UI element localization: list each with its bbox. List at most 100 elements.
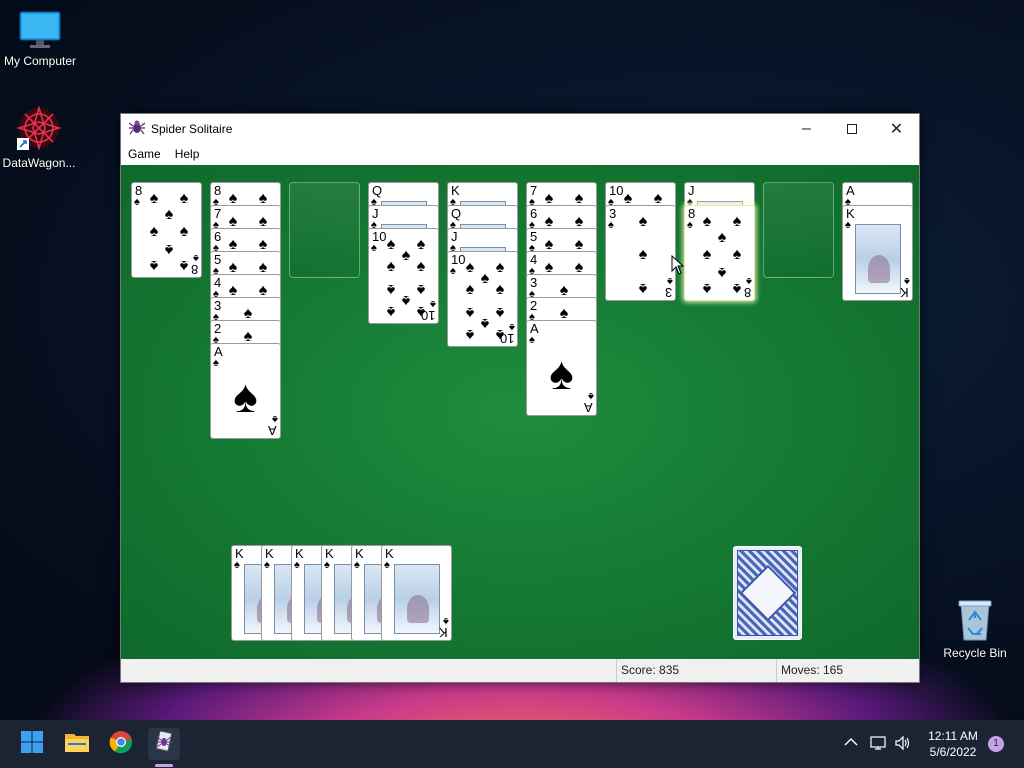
- taskbar-chrome[interactable]: [105, 728, 137, 760]
- playing-card[interactable]: 10♠♠♠♠♠♠♠♠♠♠♠10♠: [368, 228, 439, 324]
- spider-solitaire-window: Spider Solitaire – ✕ Game Help 8 ♠ ♠ ♠ ♠ ♠ ♠ ♠ ♠…: [120, 113, 920, 683]
- spade-pip: ♠: [164, 206, 174, 224]
- volume-icon[interactable]: [894, 735, 912, 754]
- card-suit: ♠: [845, 219, 851, 231]
- network-icon[interactable]: [870, 735, 888, 754]
- desktop-icon-label: My Computer: [3, 54, 77, 68]
- card-suit: ♠: [324, 559, 330, 571]
- card-rank-bottom: A: [268, 423, 277, 438]
- playing-card[interactable]: A♠♠A♠: [526, 320, 597, 416]
- card-suit-bottom: ♠: [272, 413, 278, 425]
- card-rank-bottom: K: [439, 625, 448, 640]
- spade-pip: ♠: [179, 223, 189, 240]
- card-rank-bottom: 8: [743, 285, 751, 300]
- spade-pip: ♠: [702, 280, 712, 298]
- spade-pip: ♠: [386, 235, 396, 253]
- spade-pip: ♠: [495, 280, 505, 298]
- completed-stack-card: K♠K♠: [381, 545, 452, 641]
- minimize-icon: –: [802, 119, 811, 137]
- maximize-button[interactable]: [829, 114, 874, 143]
- spade-pip: ♠: [416, 235, 426, 253]
- spade-pip: ♠: [179, 189, 189, 207]
- spade-pip: ♠: [638, 246, 648, 263]
- card-suit-bottom: ♠: [746, 275, 752, 287]
- desktop-icon-datawagon[interactable]: DataWagon...: [0, 105, 79, 170]
- card-suit: ♠: [134, 196, 140, 208]
- card-suit: ♠: [371, 242, 377, 254]
- score-label: Score: 835: [616, 659, 776, 682]
- playing-card[interactable]: 10♠♠♠♠♠♠♠♠♠♠♠10♠: [447, 251, 518, 347]
- empty-column-slot[interactable]: [289, 182, 360, 278]
- spade-pip: ♠: [717, 229, 727, 247]
- stock-pile[interactable]: [733, 546, 802, 640]
- card-suit-bottom: ♠: [667, 275, 673, 287]
- spade-pip: ♠: [416, 257, 426, 275]
- spade-pip: ♠: [416, 281, 426, 299]
- card-pips: ♠ ♠ ♠: [618, 211, 668, 299]
- playing-card[interactable]: K♠K♠: [842, 205, 913, 301]
- clock-time: 12:11 AM: [928, 729, 978, 743]
- desktop-icon-label: Recycle Bin: [943, 646, 1007, 660]
- window-title: Spider Solitaire: [151, 121, 233, 136]
- card-rank-bottom: 3: [664, 285, 672, 300]
- chrome-icon: [109, 730, 133, 759]
- card-suit: ♠: [384, 559, 390, 571]
- minimize-button[interactable]: –: [784, 114, 829, 143]
- tray-chevron-up-icon[interactable]: [844, 736, 858, 750]
- card-center-pip: ♠: [233, 369, 258, 422]
- file-explorer-icon: [64, 731, 90, 758]
- maximize-icon: [846, 123, 857, 134]
- menu-help[interactable]: Help: [175, 147, 200, 161]
- card-rank-bottom: A: [584, 400, 593, 415]
- spade-pip: ♠: [164, 240, 174, 258]
- active-app-indicator: [155, 764, 173, 767]
- spade-pip: ♠: [149, 189, 159, 207]
- taskbar-spider-solitaire[interactable]: [148, 728, 180, 760]
- card-suit: ♠: [234, 559, 240, 571]
- spade-pip: ♠: [480, 315, 490, 332]
- clock-date: 5/6/2022: [929, 745, 977, 759]
- spade-pip: ♠: [465, 280, 475, 298]
- desktop-icon-my-computer[interactable]: My Computer: [0, 10, 80, 68]
- taskbar: 12:11 AM 5/6/2022 1: [0, 720, 1024, 768]
- face-card-art: [394, 564, 440, 634]
- card-suit: ♠: [213, 357, 219, 369]
- start-button[interactable]: [16, 728, 48, 760]
- empty-column-slot[interactable]: [763, 182, 834, 278]
- notification-badge[interactable]: 1: [988, 736, 1004, 752]
- game-board[interactable]: 8♠♠♠♠♠♠♠♠♠8♠8♠♠♠♠♠♠♠♠♠8♠7♠♠♠♠♠♠♠♠7♠6♠♠♠♠…: [121, 165, 919, 659]
- spade-pip: ♠: [732, 212, 742, 230]
- card-suit: ♠: [608, 219, 614, 231]
- playing-card[interactable]: 8♠♠♠♠♠♠♠♠♠8♠: [684, 205, 755, 301]
- face-card-art: [855, 224, 901, 294]
- spade-pip: ♠: [702, 212, 712, 230]
- close-icon: ✕: [889, 120, 904, 138]
- spade-pip: ♠: [386, 257, 396, 275]
- card-suit: ♠: [450, 265, 456, 277]
- recycle-bin-icon: [955, 598, 995, 642]
- card-suit: ♠: [529, 334, 535, 346]
- card-suit: ♠: [687, 219, 693, 231]
- card-suit: ♠: [294, 559, 300, 571]
- card-suit-bottom: ♠: [193, 252, 199, 264]
- datawagon-shortcut-icon: [15, 105, 63, 152]
- spade-pip: ♠: [717, 263, 727, 281]
- title-bar[interactable]: Spider Solitaire – ✕: [121, 114, 919, 143]
- playing-card[interactable]: 8♠♠♠♠♠♠♠♠♠8♠: [131, 182, 202, 278]
- windows-start-icon: [20, 730, 44, 759]
- spade-pip: ♠: [465, 304, 475, 322]
- taskbar-file-explorer[interactable]: [61, 728, 93, 760]
- card-rank-bottom: 8: [190, 262, 198, 277]
- playing-card[interactable]: A♠♠A♠: [210, 343, 281, 439]
- desktop-icon-recycle-bin[interactable]: Recycle Bin: [935, 598, 1015, 660]
- clock[interactable]: 12:11 AM 5/6/2022: [922, 728, 984, 760]
- spade-pip: ♠: [495, 304, 505, 322]
- spade-pip: ♠: [386, 281, 396, 299]
- spade-pip: ♠: [465, 258, 475, 276]
- playing-card[interactable]: 3♠♠♠♠3♠: [605, 205, 676, 301]
- card-suit-bottom: ♠: [443, 615, 449, 627]
- menu-game[interactable]: Game: [128, 147, 161, 161]
- close-button[interactable]: ✕: [874, 114, 919, 143]
- card-rank-bottom: K: [900, 285, 909, 300]
- card-suit: ♠: [354, 559, 360, 571]
